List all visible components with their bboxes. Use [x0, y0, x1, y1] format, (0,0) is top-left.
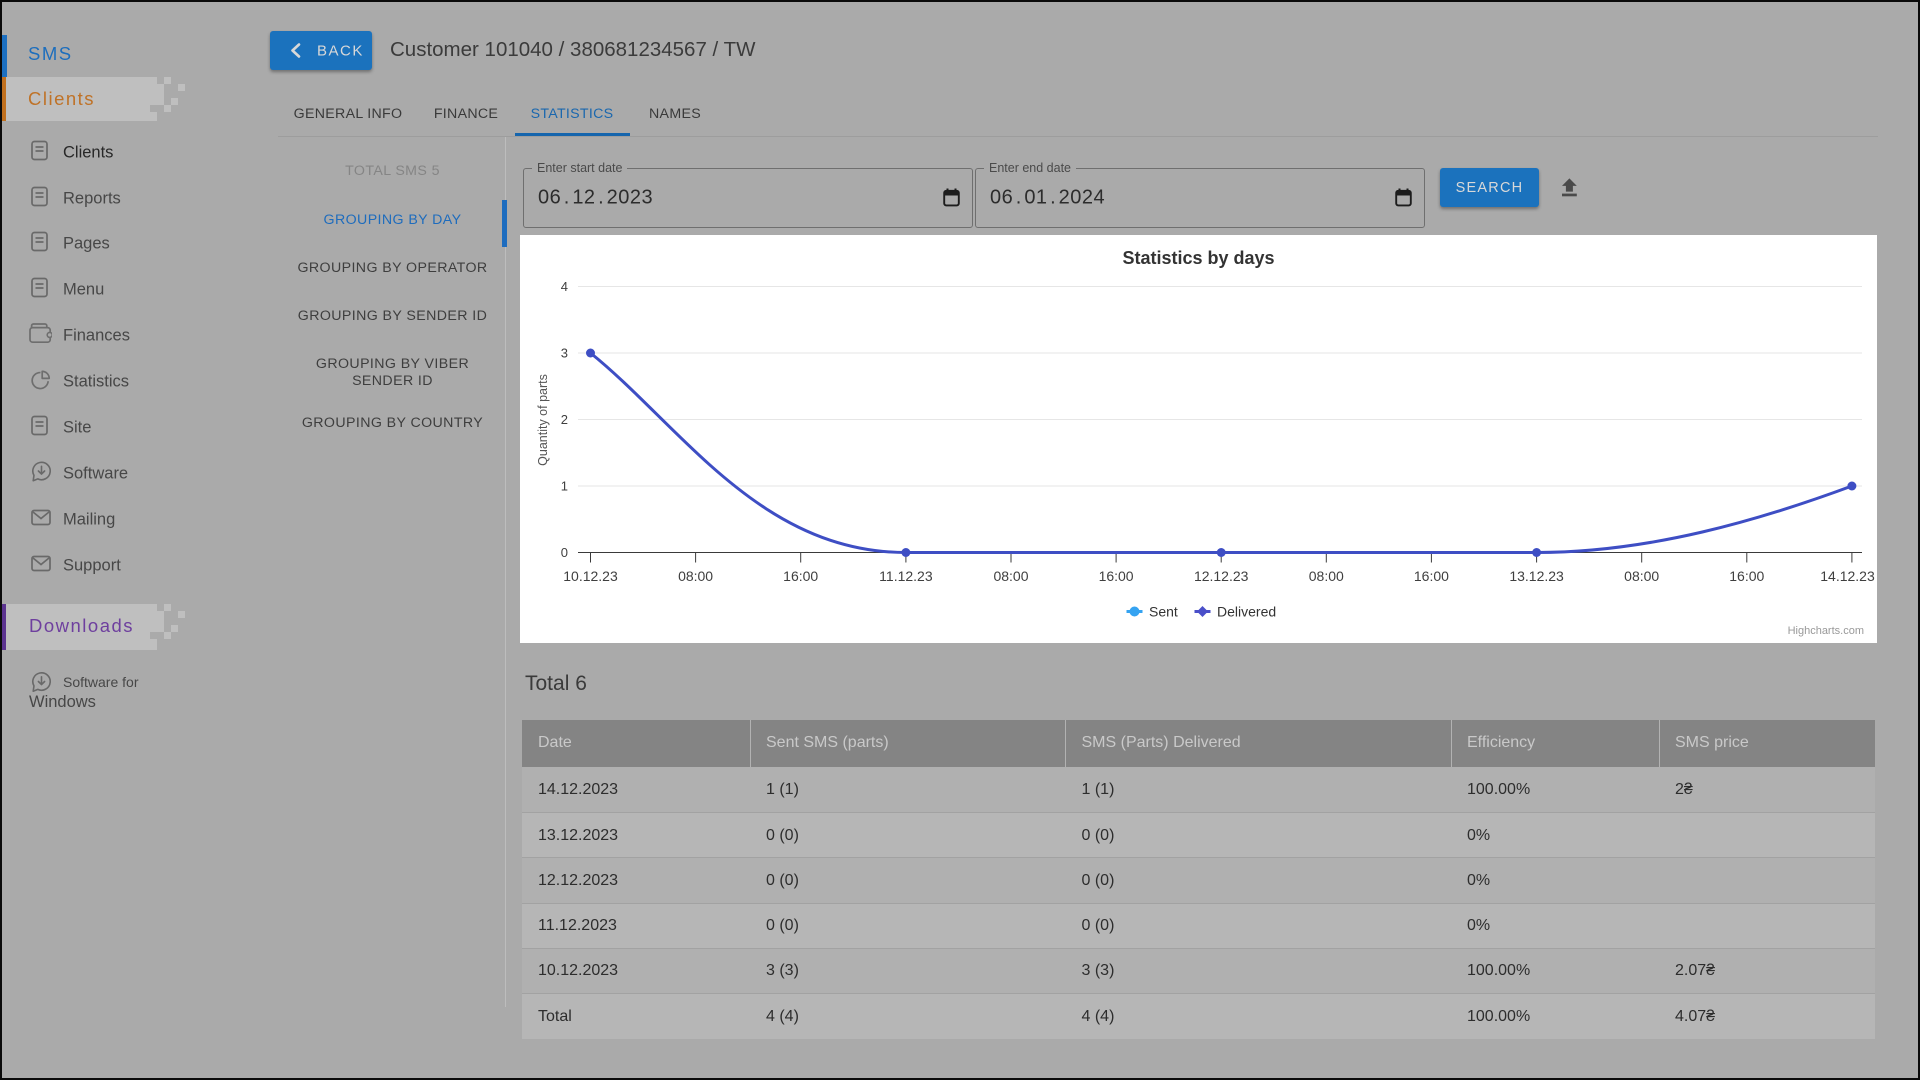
svg-text:08:00: 08:00 [678, 568, 713, 584]
svg-text:16:00: 16:00 [1414, 568, 1449, 584]
svg-text:Highcharts.com: Highcharts.com [1788, 625, 1864, 637]
svg-text:10.12.23: 10.12.23 [563, 568, 618, 584]
svg-text:14.12.23: 14.12.23 [1820, 568, 1875, 584]
svg-text:08:00: 08:00 [993, 568, 1028, 584]
svg-text:3: 3 [561, 346, 568, 361]
svg-text:Quantity of parts: Quantity of parts [536, 374, 550, 466]
svg-text:16:00: 16:00 [783, 568, 818, 584]
svg-text:Delivered: Delivered [1217, 604, 1276, 620]
svg-text:11.12.23: 11.12.23 [879, 568, 933, 584]
svg-text:16:00: 16:00 [1729, 568, 1764, 584]
svg-text:1: 1 [561, 479, 568, 494]
svg-text:0: 0 [561, 545, 568, 560]
svg-text:4: 4 [561, 279, 568, 294]
svg-text:08:00: 08:00 [1309, 568, 1344, 584]
svg-text:08:00: 08:00 [1624, 568, 1659, 584]
svg-text:Sent: Sent [1149, 604, 1178, 620]
svg-text:16:00: 16:00 [1099, 568, 1134, 584]
svg-text:2: 2 [561, 412, 568, 427]
svg-text:12.12.23: 12.12.23 [1194, 568, 1249, 584]
svg-text:13.12.23: 13.12.23 [1509, 568, 1564, 584]
